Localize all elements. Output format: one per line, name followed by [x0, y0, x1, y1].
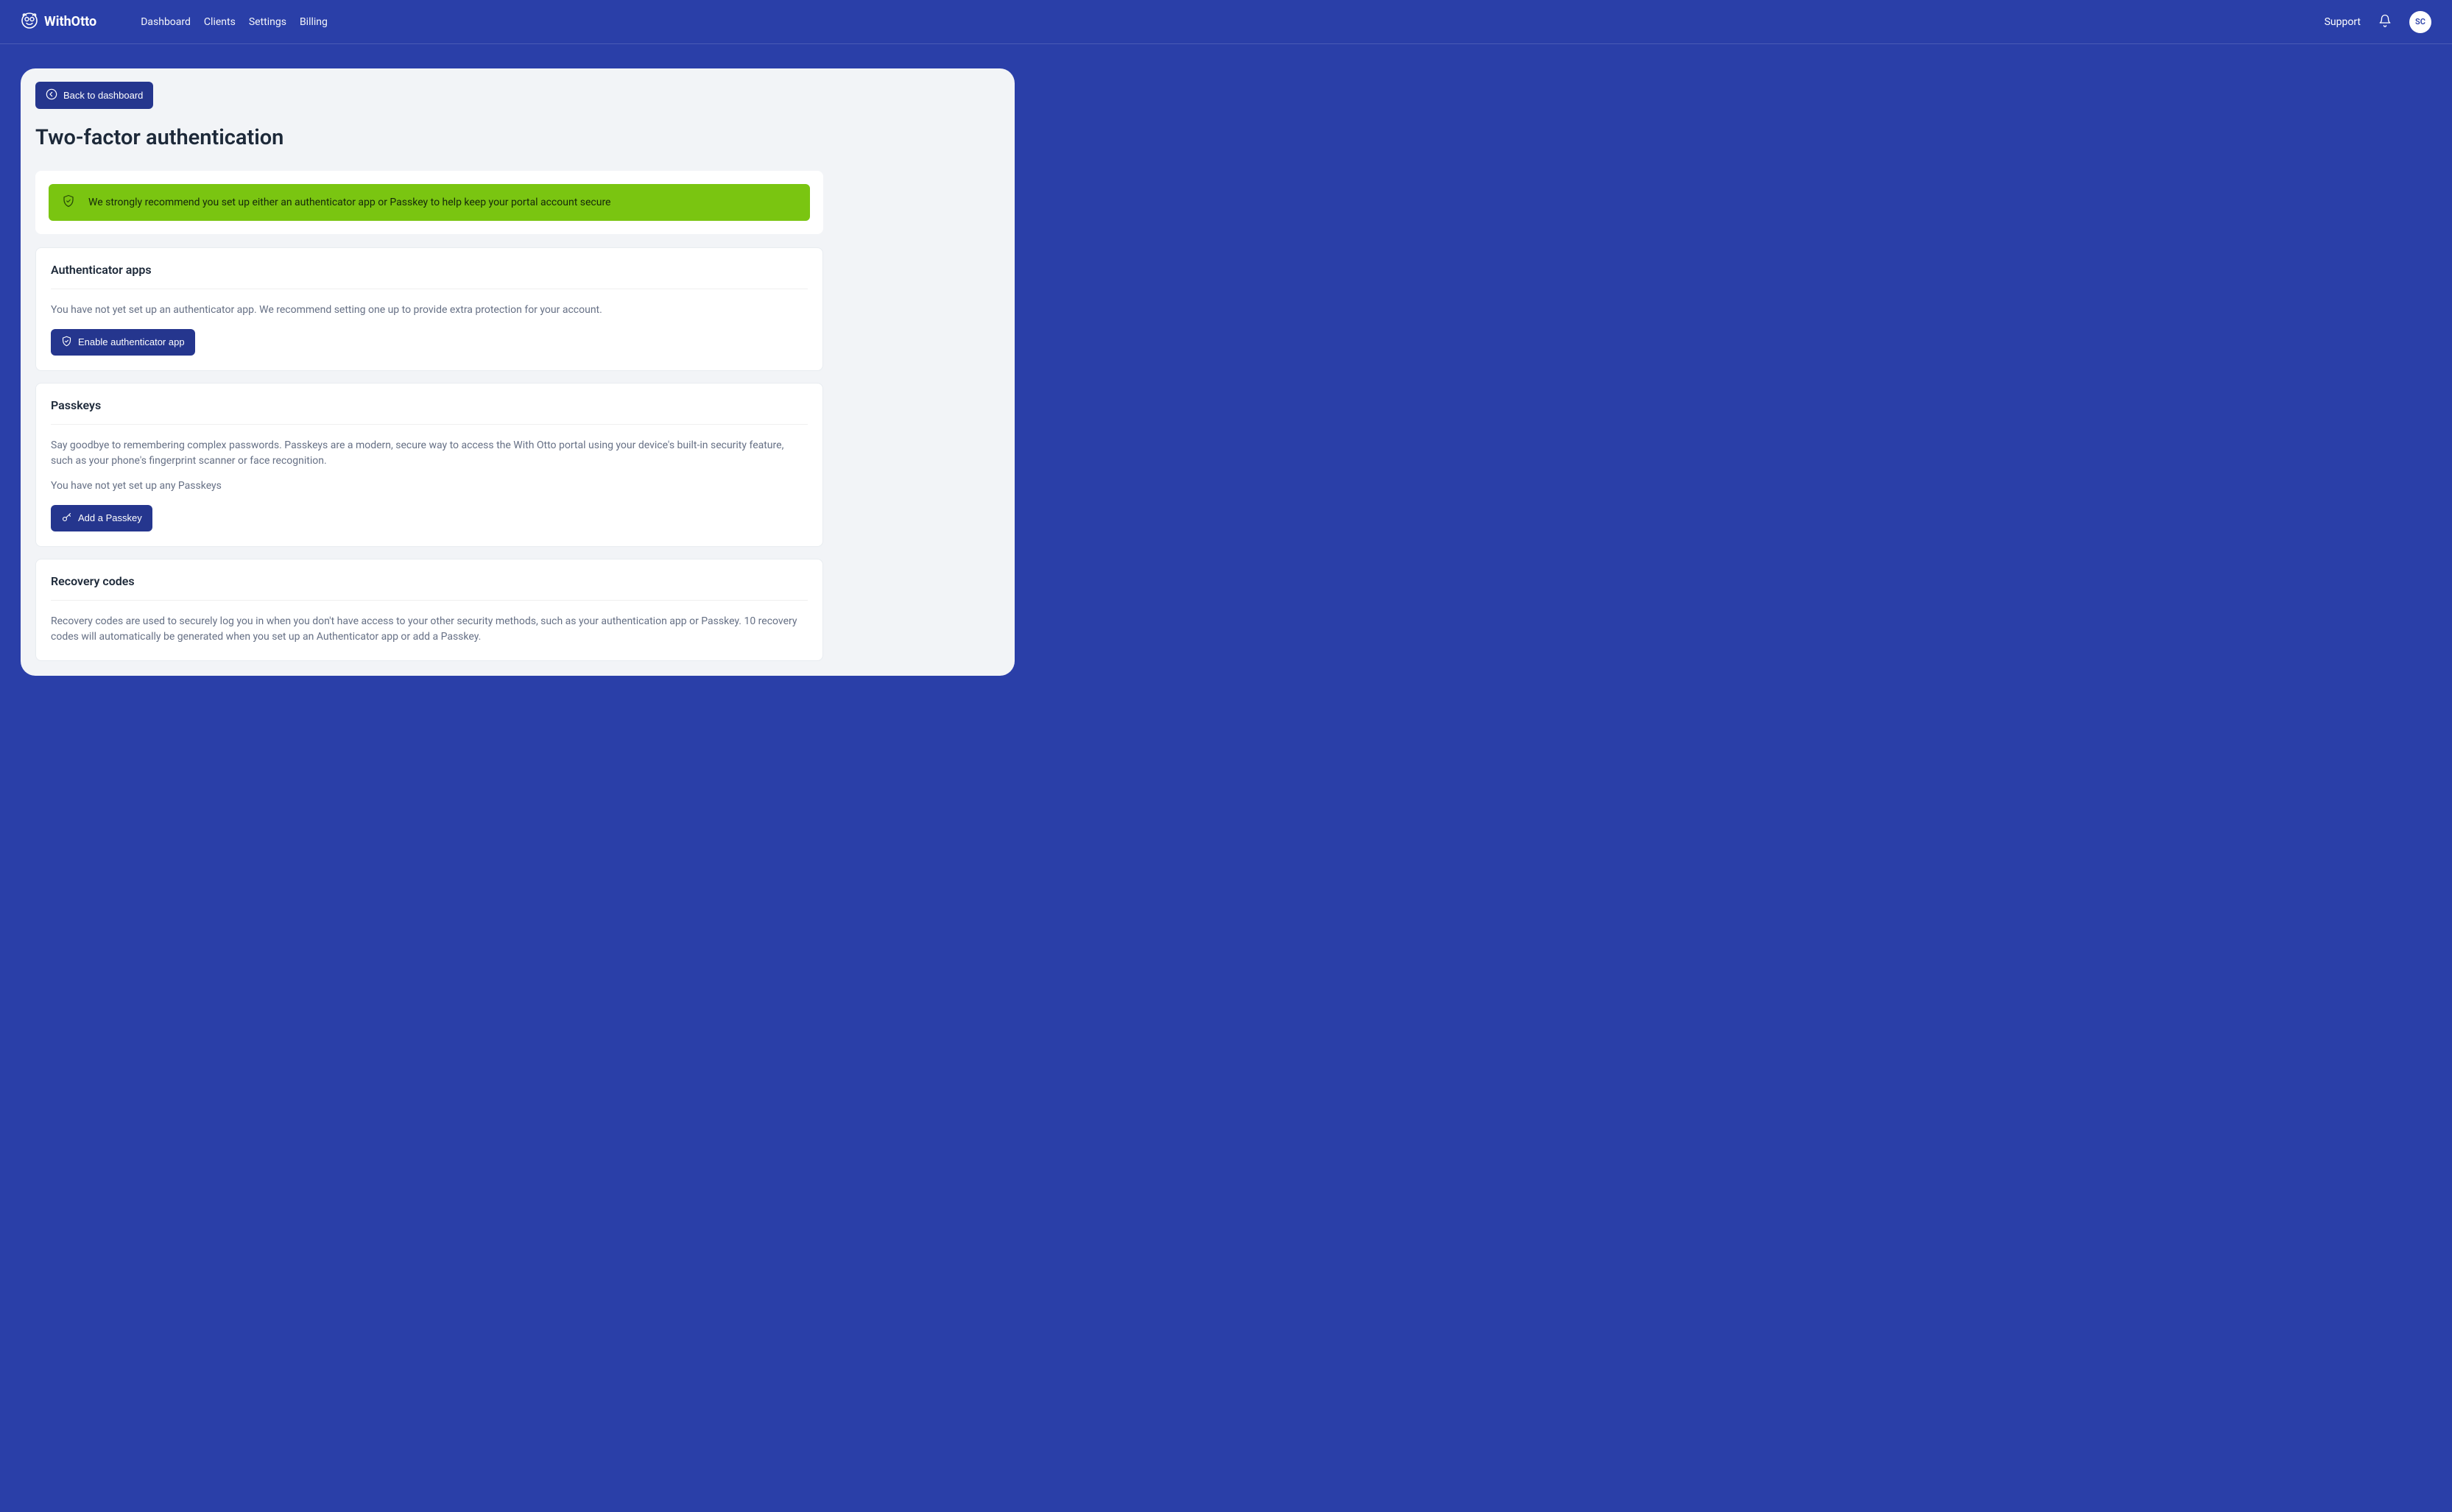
page-wrap: Back to dashboard Two-factor authenticat…	[0, 44, 2452, 696]
brand[interactable]: WithOtto	[21, 12, 96, 32]
brand-text: WithOtto	[44, 14, 96, 29]
avatar[interactable]: SC	[2409, 11, 2431, 33]
top-nav: WithOtto Dashboard Clients Settings Bill…	[0, 0, 2452, 44]
shield-icon	[61, 336, 72, 349]
shield-check-icon	[62, 194, 75, 211]
key-icon	[61, 512, 72, 525]
page-title: Two-factor authentication	[35, 125, 1000, 150]
nav-link-dashboard[interactable]: Dashboard	[141, 16, 191, 28]
notifications-button[interactable]	[2375, 11, 2395, 32]
alert-text: We strongly recommend you set up either …	[88, 197, 610, 208]
nav-links: Dashboard Clients Settings Billing	[141, 16, 328, 28]
passkeys-section: Passkeys Say goodbye to remembering comp…	[35, 383, 823, 547]
back-button-label: Back to dashboard	[63, 90, 143, 101]
alert-container: We strongly recommend you set up either …	[35, 171, 823, 234]
recovery-title: Recovery codes	[51, 574, 808, 601]
content-column: We strongly recommend you set up either …	[35, 171, 823, 661]
brand-logo-icon	[21, 12, 38, 32]
authenticator-body: You have not yet set up an authenticator…	[51, 303, 808, 319]
support-link[interactable]: Support	[2325, 16, 2361, 28]
bell-icon	[2378, 14, 2392, 29]
enable-authenticator-button[interactable]: Enable authenticator app	[51, 329, 195, 356]
add-passkey-label: Add a Passkey	[78, 512, 142, 523]
passkeys-body-1: Say goodbye to remembering complex passw…	[51, 438, 808, 470]
arrow-left-circle-icon	[46, 88, 57, 102]
back-to-dashboard-button[interactable]: Back to dashboard	[35, 82, 153, 109]
nav-link-billing[interactable]: Billing	[300, 16, 328, 28]
recovery-body: Recovery codes are used to securely log …	[51, 614, 808, 646]
nav-right: Support SC	[2325, 11, 2431, 33]
authenticator-title: Authenticator apps	[51, 263, 808, 289]
recommendation-alert: We strongly recommend you set up either …	[49, 184, 810, 221]
avatar-initials: SC	[2415, 17, 2425, 27]
nav-link-clients[interactable]: Clients	[204, 16, 236, 28]
enable-authenticator-label: Enable authenticator app	[78, 336, 185, 347]
passkeys-body-2: You have not yet set up any Passkeys	[51, 478, 808, 495]
authenticator-section: Authenticator apps You have not yet set …	[35, 247, 823, 371]
page-card: Back to dashboard Two-factor authenticat…	[21, 68, 1015, 676]
passkeys-title: Passkeys	[51, 398, 808, 425]
add-passkey-button[interactable]: Add a Passkey	[51, 505, 152, 531]
nav-link-settings[interactable]: Settings	[249, 16, 286, 28]
recovery-section: Recovery codes Recovery codes are used t…	[35, 559, 823, 661]
